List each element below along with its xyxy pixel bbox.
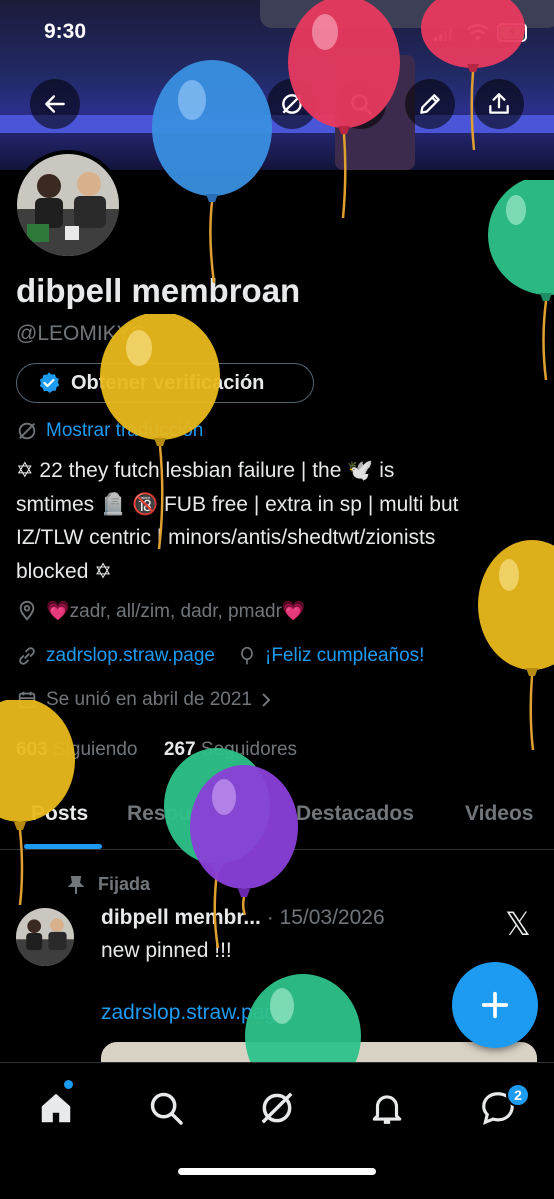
wifi-icon bbox=[467, 24, 489, 41]
show-translation-link[interactable]: Mostrar traducción bbox=[16, 420, 203, 442]
profile-handle: @LEOMIKYS bbox=[16, 322, 145, 345]
profile-bio: ✡ 22 they futch lesbian failure | the 🕊️… bbox=[16, 454, 546, 588]
post-avatar-photo bbox=[16, 908, 74, 966]
birthday-link[interactable]: ¡Feliz cumpleaños! bbox=[265, 645, 424, 667]
profile-joined[interactable]: Se unió en abril de 2021 bbox=[16, 689, 280, 711]
nav-notifications[interactable] bbox=[362, 1083, 412, 1133]
active-tab-indicator bbox=[24, 844, 102, 849]
post-author[interactable]: dibpell membr... bbox=[101, 906, 261, 929]
link-icon bbox=[19, 647, 35, 665]
grok-icon bbox=[261, 1092, 293, 1124]
balloon-green-icon bbox=[488, 180, 554, 380]
profile-website-row: zadrslop.straw.page ¡Feliz cumpleaños! bbox=[16, 645, 424, 667]
nav-home[interactable] bbox=[31, 1083, 81, 1133]
post-text: new pinned !!! bbox=[101, 939, 232, 962]
bio-line: ✡ 22 they futch lesbian failure | the 🕊️… bbox=[16, 459, 395, 482]
tab-videos[interactable]: Videos bbox=[465, 802, 533, 826]
location-pin-icon bbox=[19, 600, 35, 621]
follow-stats: 603 Siguiendo 267 Seguidores bbox=[16, 739, 297, 761]
search-icon bbox=[150, 1092, 183, 1125]
bio-line: smtimes 🪦 🔞 FUB free | extra in sp | mul… bbox=[16, 492, 459, 516]
get-verified-label: Obtener verificación bbox=[71, 371, 265, 394]
pinned-label-row: Fijada bbox=[68, 874, 150, 895]
home-unread-dot bbox=[64, 1080, 73, 1089]
website-link[interactable]: zadrslop.straw.page bbox=[46, 645, 215, 667]
share-icon bbox=[489, 93, 509, 114]
battery-icon: ⚡ bbox=[497, 23, 527, 42]
plus-icon bbox=[481, 991, 509, 1019]
get-verified-button[interactable]: Obtener verificación bbox=[16, 363, 314, 403]
post-date: · 15/03/2026 bbox=[266, 906, 385, 929]
profile-tabs: Posts Respuestas Destacados Videos bbox=[0, 790, 554, 850]
joined-text: Se unió en abril de 2021 bbox=[46, 689, 252, 710]
status-bar: 9:30 ⚡ bbox=[0, 0, 554, 60]
nav-search[interactable] bbox=[141, 1083, 191, 1133]
tab-posts[interactable]: Posts bbox=[31, 802, 88, 826]
followers-link[interactable]: 267 Seguidores bbox=[164, 739, 297, 760]
bottom-navigation: 2 bbox=[0, 1062, 554, 1199]
messages-badge: 2 bbox=[506, 1083, 530, 1107]
grok-icon bbox=[18, 422, 36, 440]
followers-count: 267 bbox=[163, 739, 196, 760]
home-indicator bbox=[178, 1168, 376, 1175]
avatar-photo bbox=[17, 154, 119, 256]
chevron-right-icon bbox=[262, 693, 271, 707]
calendar-icon bbox=[18, 691, 36, 709]
arrow-left-icon bbox=[45, 95, 65, 113]
profile-avatar[interactable] bbox=[13, 150, 123, 260]
share-button[interactable] bbox=[474, 79, 524, 129]
following-label: Siguiendo bbox=[52, 739, 138, 760]
pinned-label: Fijada bbox=[98, 874, 151, 894]
tab-replies[interactable]: Respuestas bbox=[127, 802, 245, 826]
back-button[interactable] bbox=[30, 79, 80, 129]
grok-icon bbox=[282, 94, 302, 114]
post-link[interactable]: zadrslop.straw.page bbox=[101, 1001, 288, 1025]
following-count: 603 bbox=[16, 739, 48, 760]
nav-grok[interactable] bbox=[252, 1083, 302, 1133]
search-profile-button[interactable] bbox=[336, 79, 386, 129]
verified-badge-icon bbox=[39, 372, 60, 393]
bell-icon bbox=[372, 1095, 402, 1124]
profile-location: 💗zadr, all/zim, dadr, pmadr💗 bbox=[16, 599, 306, 623]
pencil-icon bbox=[420, 94, 440, 114]
show-translation-label: Mostrar traducción bbox=[46, 420, 204, 441]
location-text: 💗zadr, all/zim, dadr, pmadr💗 bbox=[46, 601, 306, 622]
following-link[interactable]: 603 Siguiendo bbox=[16, 739, 138, 760]
profile-name: dibpell membroan bbox=[16, 272, 301, 309]
compose-post-button[interactable] bbox=[452, 962, 538, 1048]
post-header: dibpell membr... · 15/03/2026 bbox=[101, 906, 385, 930]
tab-highlights[interactable]: Destacados bbox=[296, 802, 414, 826]
grok-button[interactable] bbox=[267, 79, 317, 129]
x-logo-icon: 𝕏 bbox=[505, 905, 531, 943]
pin-icon bbox=[68, 875, 84, 894]
bio-line: IZ/TLW centric | minors/antis/shedtwt/zi… bbox=[16, 526, 436, 549]
edit-profile-button[interactable] bbox=[405, 79, 455, 129]
status-time: 9:30 bbox=[44, 20, 87, 43]
post-avatar[interactable] bbox=[16, 908, 74, 966]
bio-line: blocked ✡ bbox=[16, 559, 112, 583]
followers-label: Seguidores bbox=[200, 739, 298, 760]
search-icon bbox=[351, 94, 372, 115]
balloon-icon bbox=[241, 646, 253, 665]
signal-icon bbox=[434, 28, 452, 41]
home-icon bbox=[41, 1093, 71, 1123]
